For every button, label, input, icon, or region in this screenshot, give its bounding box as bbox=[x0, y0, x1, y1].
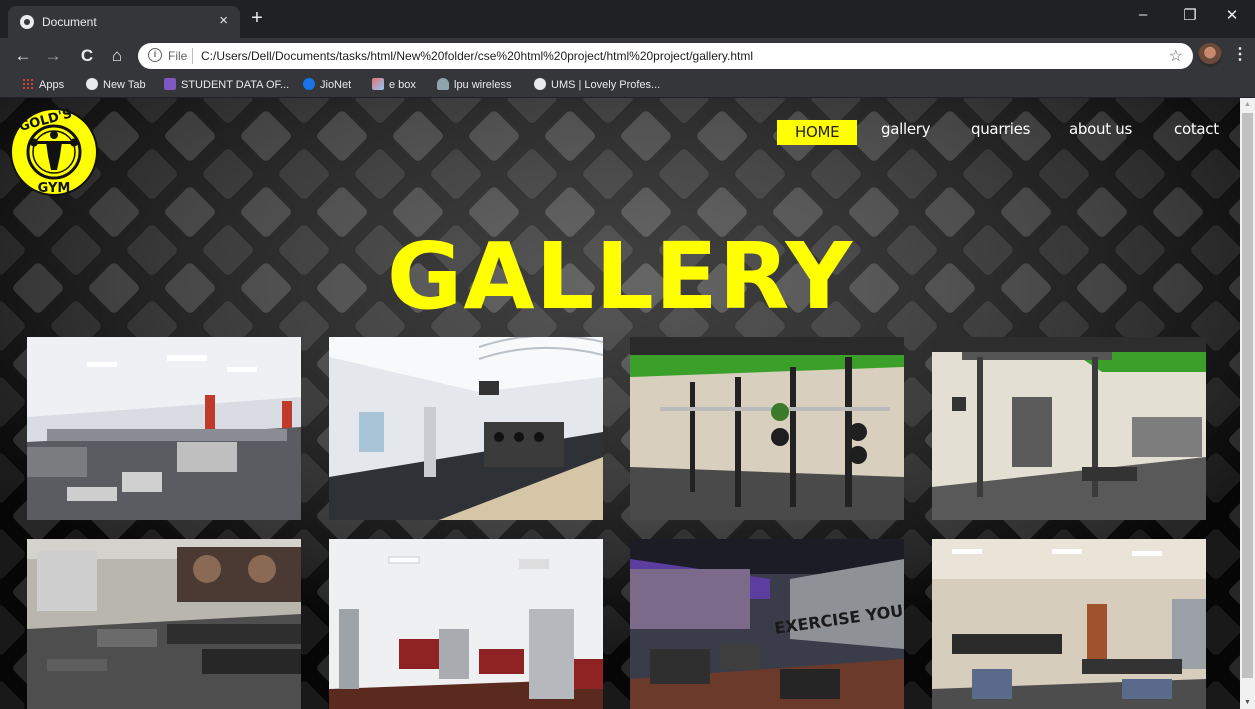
nav-quarries-link[interactable]: quarries bbox=[971, 120, 1030, 138]
bookmark-label: e box bbox=[389, 79, 416, 91]
minimize-button[interactable]: – bbox=[1123, 6, 1163, 23]
scheme-label: File bbox=[168, 49, 188, 63]
cloud-icon bbox=[437, 78, 449, 90]
gallery-photo-squat-racks[interactable] bbox=[630, 337, 904, 520]
bookmark-star-icon[interactable]: ☆ bbox=[1169, 46, 1183, 66]
gallery-photo-posters-dumbbells[interactable] bbox=[27, 539, 301, 709]
profile-avatar[interactable] bbox=[1198, 43, 1222, 67]
gallery-photo-red-machines[interactable] bbox=[329, 539, 603, 709]
scroll-up-arrow-icon[interactable]: ▲ bbox=[1244, 101, 1251, 108]
gallery-photo-cable-machine[interactable] bbox=[932, 337, 1206, 520]
bookmark-label: lpu wireless bbox=[454, 79, 512, 91]
tab-title: Document bbox=[42, 15, 97, 29]
golds-gym-logo[interactable]: GOLD'S GYM bbox=[10, 108, 98, 196]
page-title: GALLERY bbox=[386, 223, 854, 330]
url-text[interactable]: C:/Users/Dell/Documents/tasks/html/New%2… bbox=[201, 49, 753, 63]
bookmark-label: JioNet bbox=[320, 79, 352, 91]
nav-home-link[interactable]: HOME bbox=[777, 120, 858, 145]
browser-tab[interactable]: Document × bbox=[8, 6, 240, 38]
bookmark-ums[interactable]: UMS | Lovely Profes... bbox=[534, 78, 660, 91]
bookmark-label: UMS | Lovely Profes... bbox=[551, 79, 661, 91]
gallery-photo-gym-floor[interactable] bbox=[27, 337, 301, 520]
bookmark-student-data[interactable]: STUDENT DATA OF... bbox=[164, 78, 289, 91]
address-bar[interactable]: i File C:/Users/Dell/Documents/tasks/htm… bbox=[138, 43, 1193, 69]
info-icon[interactable]: i bbox=[148, 48, 162, 62]
bookmark-jionet[interactable]: JioNet bbox=[303, 78, 351, 91]
nav-about-link[interactable]: about us bbox=[1069, 120, 1132, 138]
globe-icon bbox=[20, 15, 34, 29]
svg-text:GYM: GYM bbox=[38, 181, 71, 196]
menu-dots-icon[interactable]: ⋮ bbox=[1232, 44, 1248, 64]
close-window-button[interactable]: ✕ bbox=[1212, 6, 1252, 24]
home-button[interactable]: ⌂ bbox=[106, 46, 128, 66]
globe-icon bbox=[86, 78, 98, 90]
gallery-photo-exercise-your[interactable]: EXERCISE YOUR bbox=[630, 539, 904, 709]
form-icon bbox=[164, 78, 176, 90]
apps-grid-icon bbox=[22, 78, 34, 90]
back-button[interactable]: ← bbox=[12, 46, 34, 66]
new-tab-button[interactable]: + bbox=[247, 8, 267, 29]
gym-photo-image bbox=[329, 337, 603, 520]
gym-photo-image bbox=[27, 539, 301, 709]
gym-photo-image bbox=[27, 337, 301, 520]
maximize-button[interactable]: ❐ bbox=[1170, 6, 1210, 24]
forward-button[interactable]: → bbox=[42, 46, 64, 66]
scrollbar-thumb[interactable] bbox=[1242, 113, 1253, 678]
bookmark-e-box[interactable]: e box bbox=[372, 78, 416, 91]
jio-icon bbox=[303, 78, 315, 90]
bookmark-apps[interactable]: Apps bbox=[22, 78, 64, 91]
nav-gallery-link[interactable]: gallery bbox=[881, 120, 931, 138]
gym-photo-image bbox=[932, 337, 1206, 520]
nav-contact-link[interactable]: cotact bbox=[1174, 120, 1219, 138]
bookmarks-bar: Apps New Tab STUDENT DATA OF... JioNet e… bbox=[0, 74, 1255, 98]
reload-button[interactable]: C bbox=[76, 46, 98, 66]
divider bbox=[192, 48, 193, 64]
bookmark-new-tab[interactable]: New Tab bbox=[86, 78, 146, 91]
globe-icon bbox=[534, 78, 546, 90]
bookmark-lpu-wireless[interactable]: lpu wireless bbox=[437, 78, 511, 91]
bookmark-label: New Tab bbox=[103, 79, 146, 91]
scroll-down-arrow-icon[interactable]: ▼ bbox=[1244, 699, 1251, 706]
page-scrollbar[interactable]: ▲ ▼ bbox=[1240, 98, 1255, 709]
tab-close-icon[interactable]: × bbox=[219, 12, 228, 29]
gym-photo-image bbox=[932, 539, 1206, 709]
ebox-icon bbox=[372, 78, 384, 90]
gym-photo-image bbox=[630, 337, 904, 520]
bookmark-label: STUDENT DATA OF... bbox=[181, 79, 290, 91]
browser-toolbar: ← → C ⌂ i File C:/Users/Dell/Documents/t… bbox=[0, 38, 1255, 74]
page-viewport: GOLD'S GYM HOME gallery quarries about u… bbox=[0, 98, 1240, 709]
gym-photo-image bbox=[329, 539, 603, 709]
browser-tab-bar: Document × + – ❐ ✕ bbox=[0, 0, 1255, 38]
bookmark-label: Apps bbox=[39, 79, 65, 91]
gallery-photo-beige-dumbbells[interactable] bbox=[932, 539, 1206, 709]
gym-photo-image: EXERCISE YOUR bbox=[630, 539, 904, 709]
gallery-photo-white-skylight[interactable] bbox=[329, 337, 603, 520]
